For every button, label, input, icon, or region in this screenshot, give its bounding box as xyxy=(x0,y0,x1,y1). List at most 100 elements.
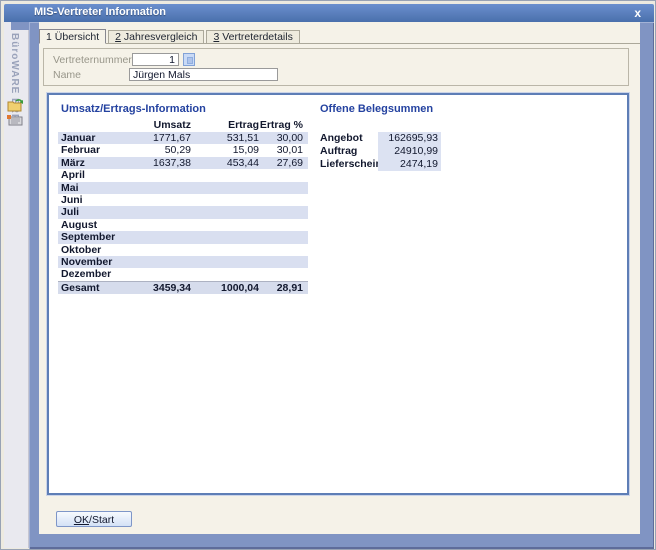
month-cell: Juli xyxy=(58,206,118,218)
umsatz-table-row: August xyxy=(58,219,308,231)
umsatz-cell: 1637,38 xyxy=(118,157,191,169)
ertrag-pct-cell xyxy=(259,169,303,181)
umsatz-cell: 50,29 xyxy=(118,144,191,156)
month-cell: Mai xyxy=(58,182,118,194)
tab-number: 1 xyxy=(46,31,52,43)
client-area: 1 Übersicht 2 Jahresvergleich 3 Vertrete… xyxy=(39,22,640,534)
folder-open-icon[interactable] xyxy=(7,98,24,112)
umsatz-cell xyxy=(118,219,191,231)
vertreternummer-spinner-button[interactable] xyxy=(183,53,195,66)
month-cell: März xyxy=(58,157,118,169)
vertreternummer-label: Vertreternummer xyxy=(53,54,132,66)
umsatz-table-row: Juli xyxy=(58,206,308,218)
keyboard-icon[interactable] xyxy=(7,115,23,126)
umsatz-table-row: April xyxy=(58,169,308,181)
ertrag-pct-cell: 30,01 xyxy=(259,144,303,156)
belege-label: Lieferschein xyxy=(320,158,378,171)
ertrag-pct-cell xyxy=(259,194,303,206)
belege-label: Angebot xyxy=(320,132,378,145)
tab-number: 3 xyxy=(213,31,219,43)
umsatz-section-title: Umsatz/Ertrags-Information xyxy=(61,103,206,115)
umsatz-cell xyxy=(118,268,191,280)
ertrag-pct-cell: 30,00 xyxy=(259,132,303,144)
ok-start-button[interactable]: OK/Start xyxy=(56,511,132,527)
close-button[interactable]: x xyxy=(634,5,641,21)
tab-label: Übersicht xyxy=(55,31,99,43)
umsatz-table-header: Umsatz Ertrag Ertrag % xyxy=(58,119,308,132)
sidebar-top-cap xyxy=(11,22,29,30)
titlebar[interactable]: MIS-Vertreter Information x xyxy=(4,4,654,22)
ertrag-cell xyxy=(191,231,259,243)
app-window: MIS-Vertreter Information x BüroWARE ERP xyxy=(0,0,656,550)
ertrag-cell xyxy=(191,219,259,231)
umsatz-table-row: September xyxy=(58,231,308,243)
ertrag-cell: 453,44 xyxy=(191,157,259,169)
umsatz-column-header: Umsatz xyxy=(118,119,191,132)
belege-section-title: Offene Belegsummen xyxy=(320,103,433,115)
ok-label-rest: /Start xyxy=(89,514,114,526)
tab-label: Vertreterdetails xyxy=(222,31,293,43)
belege-table: Angebot 162695,93 Auftrag 24910,99 Liefe… xyxy=(320,132,441,171)
ertrag-pct-cell xyxy=(259,206,303,218)
belege-value: 24910,99 xyxy=(378,145,441,158)
ertrag-pct-cell xyxy=(259,268,303,280)
sidebar-toolbar xyxy=(7,98,27,129)
umsatz-table-row: März 1637,38 453,44 27,69 xyxy=(58,157,308,169)
ertrag-cell xyxy=(191,182,259,194)
umsatz-table-row: Januar 1771,67 531,51 30,00 xyxy=(58,132,308,144)
ertrag-pct-cell xyxy=(259,244,303,256)
tab-vertreterdetails[interactable]: 3 Vertreterdetails xyxy=(206,30,299,43)
umsatz-table-row: Oktober xyxy=(58,244,308,256)
ertrag-pct-cell xyxy=(259,231,303,243)
ertrag-cell xyxy=(191,244,259,256)
tab-label: Jahresvergleich xyxy=(124,31,198,43)
umsatz-cell xyxy=(118,244,191,256)
month-cell: November xyxy=(58,256,118,268)
vertreter-groupbox: Vertreternummer Name xyxy=(43,48,629,86)
ertrag-cell xyxy=(191,268,259,280)
umsatz-cell xyxy=(118,206,191,218)
total-ertrag-pct-cell: 28,91 xyxy=(259,282,303,294)
month-cell: Oktober xyxy=(58,244,118,256)
tab-number: 2 xyxy=(115,31,121,43)
total-umsatz-cell: 3459,34 xyxy=(118,282,191,294)
ertrag-pct-cell xyxy=(259,182,303,194)
umsatz-table-row: Dezember xyxy=(58,268,308,280)
month-cell: Februar xyxy=(58,144,118,156)
ertrag-pct-cell xyxy=(259,256,303,268)
total-label-cell: Gesamt xyxy=(58,282,118,294)
umsatz-cell xyxy=(118,256,191,268)
umsatz-table: Umsatz Ertrag Ertrag % Januar 1771,67 53… xyxy=(58,119,308,294)
belege-row-lieferschein: Lieferschein 2474,19 xyxy=(320,158,441,171)
belege-row-angebot: Angebot 162695,93 xyxy=(320,132,441,145)
tab-uebersicht[interactable]: 1 Übersicht xyxy=(39,29,106,44)
ok-label-underlined: OK xyxy=(74,514,89,526)
ertrag-pct-column-header: Ertrag % xyxy=(259,119,303,132)
umsatz-table-row: Mai xyxy=(58,182,308,194)
name-label: Name xyxy=(53,69,81,81)
umsatz-total-row: Gesamt 3459,34 1000,04 28,91 xyxy=(58,281,308,294)
belege-value: 162695,93 xyxy=(378,132,441,145)
umsatz-table-row: November xyxy=(58,256,308,268)
ertrag-cell: 15,09 xyxy=(191,144,259,156)
belege-value: 2474,19 xyxy=(378,158,441,171)
umsatz-table-row: Februar 50,29 15,09 30,01 xyxy=(58,144,308,156)
umsatz-cell xyxy=(118,231,191,243)
ertrag-cell: 531,51 xyxy=(191,132,259,144)
window-title: MIS-Vertreter Information xyxy=(34,6,166,18)
name-input[interactable] xyxy=(129,68,278,81)
ertrag-column-header: Ertrag xyxy=(191,119,259,132)
umsatz-cell: 1771,67 xyxy=(118,132,191,144)
month-cell: September xyxy=(58,231,118,243)
umsatz-table-row: Juni xyxy=(58,194,308,206)
ertrag-pct-cell: 27,69 xyxy=(259,157,303,169)
umsatz-cell xyxy=(118,169,191,181)
tab-jahresvergleich[interactable]: 2 Jahresvergleich xyxy=(108,30,204,43)
umsatz-cell xyxy=(118,182,191,194)
ertrag-pct-cell xyxy=(259,219,303,231)
overview-panel: Umsatz/Ertrags-Information Offene Belegs… xyxy=(47,93,629,495)
month-cell: Januar xyxy=(58,132,118,144)
tab-strip: 1 Übersicht 2 Jahresvergleich 3 Vertrete… xyxy=(39,29,640,44)
month-cell: August xyxy=(58,219,118,231)
vertreternummer-input[interactable] xyxy=(132,53,179,66)
